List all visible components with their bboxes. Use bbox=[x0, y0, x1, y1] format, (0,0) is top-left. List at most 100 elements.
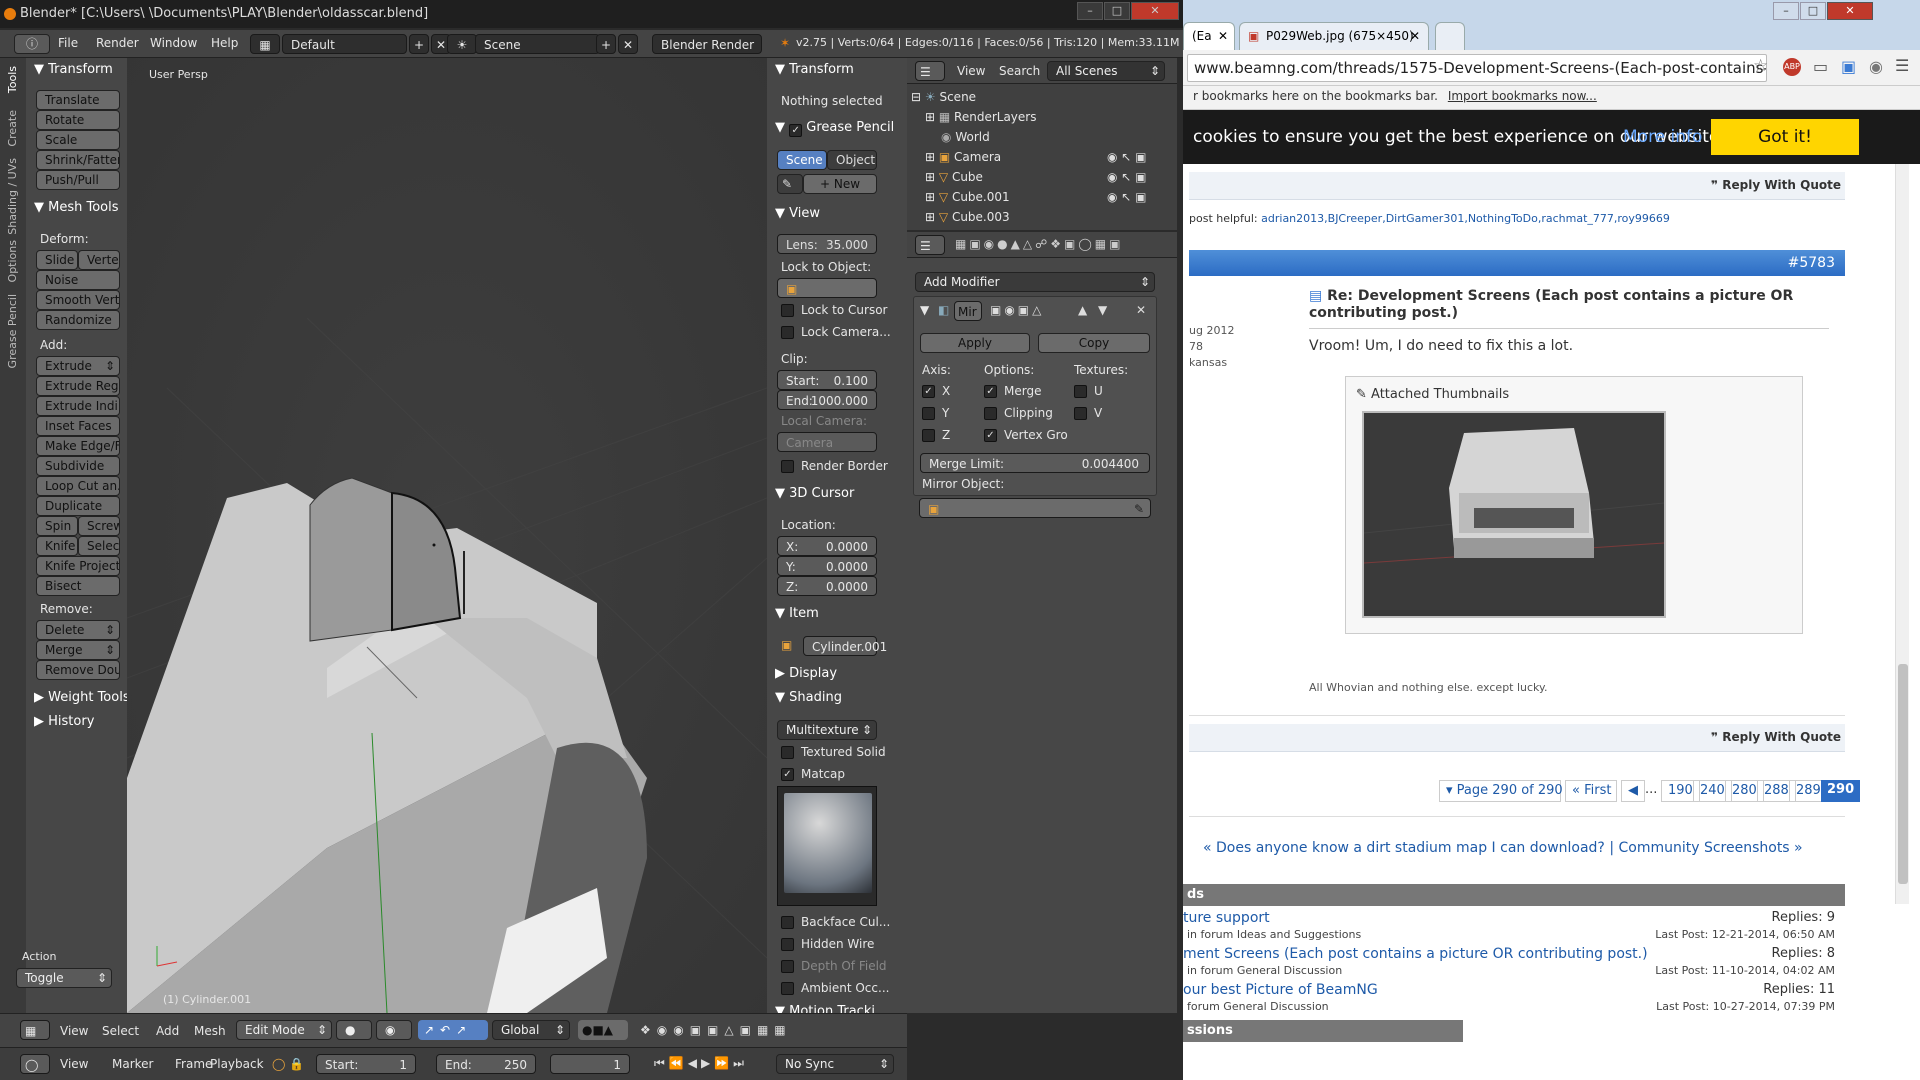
thread-row[interactable]: ture support in forum Ideas and Suggesti… bbox=[1183, 910, 1845, 944]
more-info-link[interactable]: More info bbox=[1623, 110, 1702, 164]
tab-forum[interactable]: (Ea ✕ bbox=[1183, 22, 1235, 50]
thread-title[interactable]: ment Screens (Each post contains a pictu… bbox=[1183, 946, 1648, 962]
tab-close-icon[interactable]: ✕ bbox=[1218, 23, 1228, 49]
subdivide-button[interactable]: Subdivide bbox=[36, 456, 120, 476]
helpful-users[interactable]: adrian2013,BJCreeper,DirtGamer301,Nothin… bbox=[1261, 212, 1670, 225]
pencil-icon[interactable]: ✎ bbox=[777, 174, 803, 194]
knife-project-button[interactable]: Knife Project bbox=[36, 556, 120, 576]
view-header[interactable]: ▼ View bbox=[775, 206, 820, 221]
apply-button[interactable]: Apply bbox=[920, 333, 1030, 353]
gp-new-button[interactable]: + New bbox=[803, 174, 877, 194]
prev-page-link[interactable]: ◀ bbox=[1621, 780, 1645, 802]
cast-icon[interactable]: ▭ bbox=[1813, 57, 1828, 76]
tab-close-icon[interactable]: ✕ bbox=[1410, 23, 1420, 49]
outliner-row-cube001[interactable]: ⊞ ▽ Cube.001 ◉ ↖ ▣ bbox=[907, 188, 1177, 206]
axis-x-checkbox[interactable]: ✓ bbox=[922, 385, 935, 398]
import-bookmarks-link[interactable]: Import bookmarks now... bbox=[1448, 89, 1597, 103]
outliner-row-cube[interactable]: ⊞ ▽ Cube ◉ ↖ ▣ bbox=[907, 168, 1177, 186]
sync-dropdown[interactable]: No Sync ⇕ bbox=[776, 1054, 894, 1074]
shading-header[interactable]: ▼ Shading bbox=[775, 690, 842, 705]
extrude-region-button[interactable]: Extrude Regi... bbox=[36, 376, 120, 396]
mesh-menu[interactable]: Mesh bbox=[194, 1024, 226, 1038]
lens-field[interactable]: Lens: 35.000 bbox=[777, 234, 877, 254]
inset-faces-button[interactable]: Inset Faces bbox=[36, 416, 120, 436]
adblock-icon[interactable]: ABP bbox=[1783, 58, 1801, 76]
smooth-vertex-button[interactable]: Smooth Vert... bbox=[36, 290, 120, 310]
add-menu[interactable]: Add bbox=[156, 1024, 179, 1038]
n-transform-header[interactable]: ▼ Transform bbox=[775, 62, 854, 77]
outliner-row-scene[interactable]: ⊟ ☀ Scene bbox=[907, 88, 1177, 106]
chrome-maximize-button[interactable]: □ bbox=[1800, 2, 1826, 20]
chrome-menu-icon[interactable]: ☰ bbox=[1895, 56, 1909, 75]
action-toggle-dropdown[interactable]: Toggle ⇕ bbox=[16, 968, 112, 988]
clipping-checkbox[interactable] bbox=[984, 407, 997, 420]
timeline-view-menu[interactable]: View bbox=[60, 1057, 88, 1071]
outliner-search-menu[interactable]: Search bbox=[999, 64, 1040, 78]
add-scene-icon[interactable]: + bbox=[596, 34, 616, 54]
copy-button[interactable]: Copy bbox=[1038, 333, 1150, 353]
scene-icon[interactable]: ☀ bbox=[447, 34, 477, 54]
outliner-row-camera[interactable]: ⊞ ▣ Camera ◉ ↖ ▣ bbox=[907, 148, 1177, 166]
screw-button[interactable]: Screw bbox=[78, 516, 120, 536]
push-pull-button[interactable]: Push/Pull bbox=[36, 170, 120, 190]
translate-icon[interactable]: ▣ bbox=[1841, 57, 1856, 76]
scrollbar-thumb[interactable] bbox=[1898, 664, 1908, 884]
bookmark-star-icon[interactable]: ☆ bbox=[1753, 56, 1768, 76]
eyedropper-icon[interactable]: ✎ bbox=[1134, 499, 1144, 519]
thread-row[interactable]: ment Screens (Each post contains a pictu… bbox=[1183, 946, 1845, 980]
frame-start-field[interactable]: Start: 1 bbox=[316, 1054, 416, 1074]
visibility-eye-icon[interactable]: ◉ ↖ ▣ bbox=[1107, 150, 1147, 164]
loop-cut-button[interactable]: Loop Cut an... bbox=[36, 476, 120, 496]
remove-doubles-button[interactable]: Remove Dou... bbox=[36, 660, 120, 680]
cursor-z-field[interactable]: Z: 0.0000 bbox=[777, 576, 877, 596]
move-up-icon[interactable]: ▲ bbox=[1078, 303, 1087, 317]
maximize-button[interactable]: □ bbox=[1104, 2, 1130, 20]
gp-object-button[interactable]: Object bbox=[827, 150, 877, 170]
rotate-button[interactable]: Rotate bbox=[36, 110, 120, 130]
mirror-object-field[interactable]: ▣ ✎ bbox=[919, 498, 1151, 518]
shrink-fatten-button[interactable]: Shrink/Fatten bbox=[36, 150, 120, 170]
transform-panel-header[interactable]: ▼ Transform bbox=[34, 62, 113, 77]
vertex-button[interactable]: Vertex bbox=[78, 250, 120, 270]
matcap-checkbox[interactable]: ✓ bbox=[781, 768, 794, 781]
matcap-preview[interactable] bbox=[777, 786, 877, 906]
layout-selector[interactable]: Default bbox=[282, 34, 407, 54]
randomize-button[interactable]: Randomize bbox=[36, 310, 120, 330]
local-camera-field[interactable]: Camera bbox=[777, 432, 877, 452]
chrome-minimize-button[interactable]: – bbox=[1773, 2, 1799, 20]
extrude-individual-button[interactable]: Extrude Indi... bbox=[36, 396, 120, 416]
translate-button[interactable]: Translate bbox=[36, 90, 120, 110]
current-frame-field[interactable]: 1 bbox=[550, 1054, 630, 1074]
outliner-view-menu[interactable]: View bbox=[957, 64, 985, 78]
merge-dropdown[interactable]: Merge ⇕ bbox=[36, 640, 120, 660]
post-number-link[interactable]: #5783 bbox=[1788, 255, 1835, 271]
backface-culling-checkbox[interactable] bbox=[781, 916, 794, 929]
texture-u-checkbox[interactable] bbox=[1074, 385, 1087, 398]
new-tab-button[interactable] bbox=[1435, 22, 1465, 50]
minimize-button[interactable]: – bbox=[1077, 2, 1103, 20]
merge-checkbox[interactable]: ✓ bbox=[984, 385, 997, 398]
extension-icon[interactable]: ◉ bbox=[1869, 57, 1883, 76]
extrude-dropdown[interactable]: Extrude ⇕ bbox=[36, 356, 120, 376]
hidden-wire-checkbox[interactable] bbox=[781, 938, 794, 951]
orientation-dropdown[interactable]: Global ⇕ bbox=[492, 1020, 570, 1040]
mesh-tools-panel-header[interactable]: ▼ Mesh Tools bbox=[34, 200, 119, 215]
tab-shading-uvs[interactable]: Shading / UVs bbox=[6, 158, 19, 235]
view-menu[interactable]: View bbox=[60, 1024, 88, 1038]
chrome-close-button[interactable]: ✕ bbox=[1827, 2, 1873, 20]
vertex-groups-checkbox[interactable]: ✓ bbox=[984, 429, 997, 442]
scene-selector[interactable]: Scene bbox=[475, 34, 600, 54]
knife-button[interactable]: Knife bbox=[36, 536, 78, 556]
got-it-button[interactable]: Got it! bbox=[1711, 119, 1859, 155]
slide-button[interactable]: Slide bbox=[36, 250, 78, 270]
close-button[interactable]: ✕ bbox=[1131, 2, 1179, 20]
outliner-row-world[interactable]: ◉ World bbox=[907, 128, 1177, 146]
item-header[interactable]: ▼ Item bbox=[775, 606, 819, 621]
select-menu[interactable]: Select bbox=[102, 1024, 139, 1038]
shading-mode-dropdown[interactable]: Multitexture ⇕ bbox=[777, 720, 877, 740]
first-page-link[interactable]: « First bbox=[1565, 780, 1617, 802]
mode-dropdown[interactable]: Edit Mode ⇕ bbox=[236, 1020, 332, 1040]
lock-object-field[interactable]: ▣ bbox=[777, 278, 877, 298]
weight-tools-panel-header[interactable]: ▶ Weight Tools bbox=[34, 690, 130, 705]
visibility-eye-icon[interactable]: ◉ ↖ ▣ bbox=[1107, 170, 1147, 184]
